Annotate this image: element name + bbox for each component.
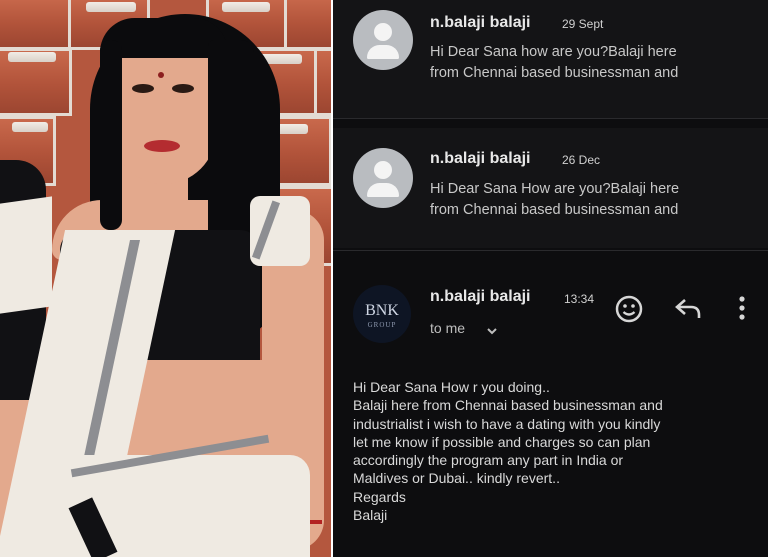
message-date: 29 Sept (562, 17, 604, 31)
avatar-placeholder-icon (353, 10, 413, 70)
message-sender: n.balaji balaji (430, 14, 531, 31)
open-message-sender: n.balaji balaji (430, 288, 531, 305)
email-screenshot: n.balaji balaji 29 Sept Hi Dear Sana how… (333, 0, 768, 557)
message-date: 26 Dec (562, 153, 601, 167)
avatar-placeholder-icon (353, 148, 413, 208)
emoji-icon[interactable] (613, 293, 645, 325)
message-snippet-line: from Chennai based businessman and (430, 65, 679, 81)
message-body: Hi Dear Sana How r you doing.. Balaji he… (353, 378, 763, 524)
message-body-line: Balaji here from Chennai based businessm… (353, 397, 663, 414)
message-sender: n.balaji balaji (430, 150, 531, 167)
chevron-down-icon (487, 328, 497, 335)
message-body-line: Regards (353, 488, 406, 505)
woman-photo (0, 0, 331, 557)
message-snippet-line: Hi Dear Sana how are you?Balaji here (430, 44, 677, 60)
more-vertical-icon[interactable] (735, 294, 749, 324)
message-snippet-line: from Chennai based businessman and (430, 202, 679, 218)
message-snippet-line: Hi Dear Sana How are you?Balaji here (430, 181, 680, 197)
message-body-line: Hi Dear Sana How r you doing.. (353, 379, 550, 395)
recipient-toggle[interactable]: to me (430, 320, 510, 342)
open-message-time: 13:34 (564, 292, 595, 306)
message-body-line: Balaji (353, 507, 388, 524)
message-body-line: industrialist i wish to have a dating wi… (353, 415, 661, 432)
recipient-label: to me (430, 320, 466, 336)
message-body-line: let me know if possible and charges so c… (353, 433, 651, 450)
message-body-line: accordingly the program any part in Indi… (353, 452, 624, 469)
message-body-line: Maldives or Dubai.. kindly revert.. (353, 470, 560, 487)
sender-logo: BNK GROUP (353, 285, 411, 343)
reply-icon[interactable] (673, 295, 705, 323)
